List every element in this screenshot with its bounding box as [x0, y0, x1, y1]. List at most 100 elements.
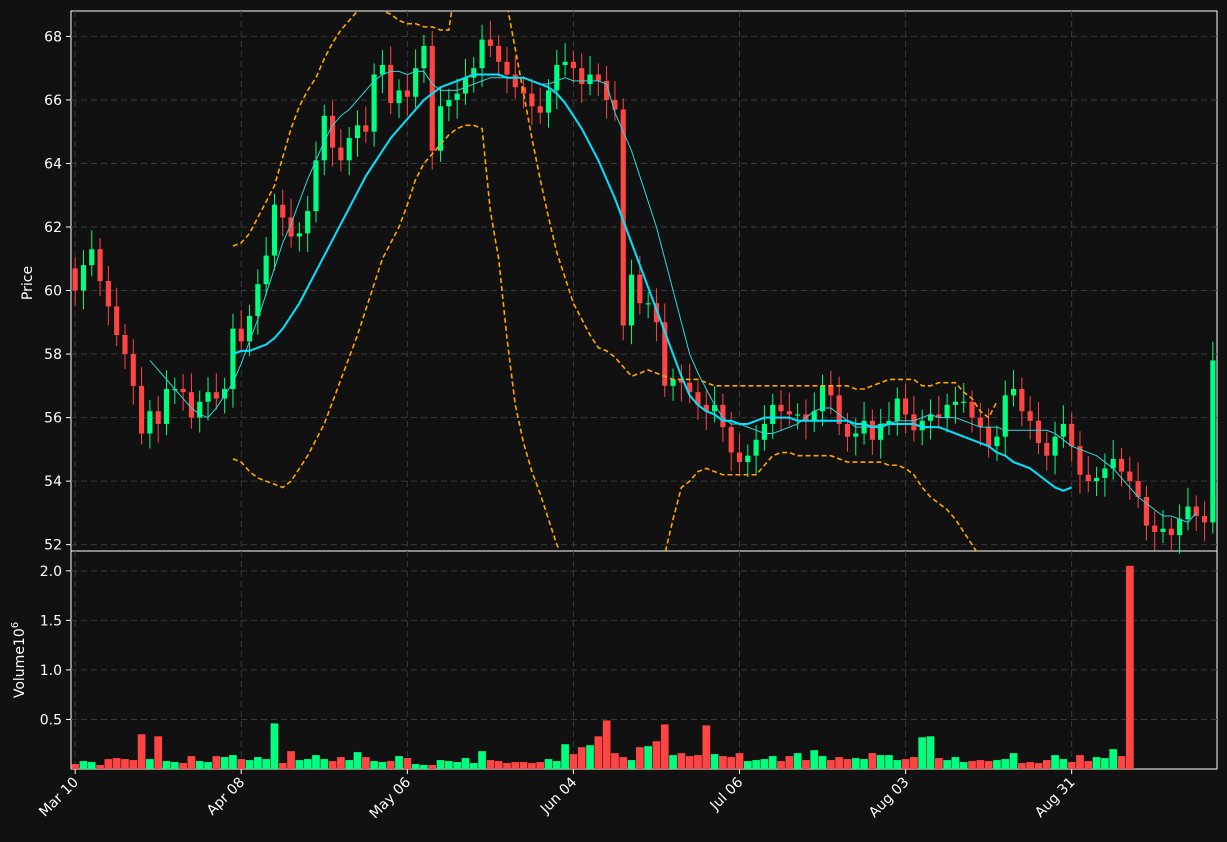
volume-bar: [204, 762, 212, 769]
candle-body: [761, 423, 767, 440]
volume-bar: [959, 762, 968, 769]
volume-bar: [1042, 760, 1051, 769]
volume-bar: [1084, 761, 1093, 769]
candle-body: [130, 354, 136, 386]
volume-bar: [270, 723, 279, 769]
candle-body: [122, 335, 128, 355]
candle-body: [80, 265, 87, 291]
x-tick-label: Apr 08: [204, 775, 248, 819]
volume-bar: [121, 759, 129, 769]
candle-body: [894, 398, 900, 421]
volume-bar: [768, 756, 777, 769]
candle-body: [97, 249, 103, 281]
volume-bar: [652, 741, 661, 769]
candle-body: [1210, 360, 1216, 523]
volume-bar: [743, 761, 752, 769]
volume-bar: [876, 755, 885, 769]
volume-bar: [611, 753, 619, 769]
price-axis-label: Price: [20, 266, 36, 300]
candle-body: [903, 398, 909, 415]
candle-body: [637, 274, 643, 304]
candle-body: [255, 284, 261, 316]
price-tick-label: 66: [44, 93, 62, 109]
candle-body: [844, 423, 851, 437]
volume-bar: [420, 765, 428, 769]
volume-bar: [785, 756, 794, 769]
candle-body: [462, 77, 469, 94]
volume-bar: [162, 761, 171, 769]
volume-bar: [860, 759, 868, 769]
volume-bar: [752, 760, 760, 769]
candle-body: [1143, 497, 1149, 526]
volume-bar: [760, 759, 769, 769]
volume-bar: [361, 757, 370, 769]
volume-bar: [727, 757, 736, 769]
volume-bar: [993, 760, 1001, 769]
volume-bar: [287, 751, 295, 769]
volume-bar: [461, 758, 470, 769]
candle-body: [155, 411, 161, 424]
volume-bar: [154, 736, 163, 769]
volume-bar: [453, 762, 462, 769]
candle-body: [994, 436, 1000, 447]
candle-body: [1069, 423, 1075, 447]
volume-bar: [370, 761, 378, 769]
candle-body: [1177, 519, 1183, 536]
candle-body: [836, 395, 842, 424]
volume-bar: [229, 755, 237, 769]
volume-bar: [735, 753, 744, 769]
volume-bar: [577, 747, 586, 769]
x-tick-label: Aug 31: [1032, 775, 1078, 821]
volume-bar: [1092, 757, 1101, 769]
volume-bar: [719, 756, 727, 769]
candle-body: [570, 61, 576, 69]
volume-bar: [137, 734, 146, 769]
candle-body: [1085, 474, 1091, 482]
price-y-ticks: 52 54 56 58 60 62 64 66 68: [44, 29, 71, 554]
candle-body: [545, 90, 552, 113]
candle-body: [338, 147, 344, 161]
volume-bar: [395, 756, 403, 769]
volume-bar: [984, 761, 993, 769]
volume-bar: [378, 762, 387, 769]
volume-bar: [295, 760, 304, 769]
volume-bar: [685, 756, 694, 769]
x-tick-label: Jul 06: [707, 774, 747, 814]
candle-body: [745, 455, 751, 463]
volume-bar: [187, 756, 196, 769]
volume-bar: [503, 763, 511, 769]
volume-bar: [486, 760, 495, 769]
volume-bar: [129, 760, 138, 769]
price-tick-label: 64: [44, 156, 62, 172]
candle-body: [363, 125, 369, 132]
candle-body: [313, 160, 319, 212]
volume-bar: [494, 761, 503, 769]
candle-body: [305, 211, 311, 234]
volume-bar: [195, 761, 204, 769]
volume-bar: [320, 759, 329, 769]
candle-body: [778, 404, 784, 412]
volume-bar: [943, 760, 951, 769]
price-tick-label: 54: [44, 474, 62, 490]
volume-bar: [976, 760, 985, 769]
candle-body: [1010, 389, 1017, 396]
candle-body: [1060, 423, 1066, 437]
candle-body: [1201, 516, 1208, 523]
volume-bar: [345, 760, 354, 769]
candle-body: [421, 45, 427, 69]
candle-body: [579, 68, 585, 85]
x-ticks: Mar 10 Apr 08 May 06 Jun 04 Jul 06 Aug 03 Aug …: [36, 769, 1079, 822]
volume-axis-unit-exp: 6: [10, 622, 21, 628]
volume-bar: [519, 762, 528, 769]
candle-body: [388, 65, 394, 104]
candle-body: [89, 249, 95, 266]
volume-bar: [1125, 565, 1134, 769]
volume-bar: [835, 757, 844, 769]
volume-bar: [694, 755, 702, 769]
volume-bar: [170, 762, 179, 769]
candle-body: [446, 99, 452, 107]
volume-bar: [511, 762, 520, 769]
volume-bar: [179, 763, 187, 769]
volume-bar: [1067, 762, 1076, 769]
candle-body: [1168, 528, 1174, 536]
